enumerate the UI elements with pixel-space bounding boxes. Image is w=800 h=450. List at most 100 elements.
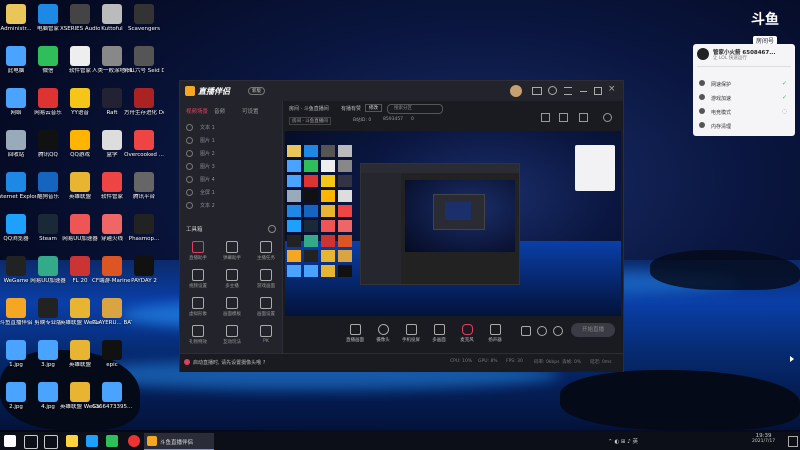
- record-icon[interactable]: [521, 326, 531, 336]
- tool-item[interactable]: 画面设置: [252, 295, 280, 321]
- desktop: Administr...电脑管家XSERIES Audio ...Kuttofu…: [0, 0, 800, 450]
- netease-icon[interactable]: [128, 435, 140, 447]
- stream-preview[interactable]: [285, 131, 621, 316]
- eye-icon[interactable]: [186, 189, 193, 196]
- tool-item[interactable]: 礼物特效: [184, 323, 212, 349]
- wechat-icon[interactable]: [106, 435, 118, 447]
- desktop-icon[interactable]: 彩虹六号 Seid D...: [124, 46, 164, 84]
- desktop-icon[interactable]: 6366473395...: [92, 382, 132, 420]
- title-bar[interactable]: 直播伴侣 新版 ×: [180, 81, 623, 101]
- scene-control[interactable]: 直播画面: [341, 324, 369, 343]
- search-input[interactable]: 搜索分区: [387, 104, 443, 114]
- clock[interactable]: 19:39 2021/7/17: [752, 433, 775, 444]
- desktop-icon[interactable]: epic: [92, 340, 132, 378]
- layer-item[interactable]: 文本 2: [186, 199, 276, 211]
- microphone-icon: [461, 324, 473, 335]
- popup-row-label: 网速保护: [711, 82, 732, 88]
- desktop-icon[interactable]: Overcooked ...: [124, 130, 164, 168]
- tool-item[interactable]: 直播助手: [184, 239, 212, 265]
- grid-icon[interactable]: [559, 113, 568, 122]
- popup-row-memory[interactable]: 内存清理: [697, 120, 791, 132]
- scene-tab[interactable]: 视频场景: [186, 107, 208, 115]
- camera-control[interactable]: 摄像头: [369, 324, 397, 343]
- mouse-cursor: [790, 356, 794, 362]
- layer-item[interactable]: 图片 1: [186, 134, 276, 146]
- browser-icon[interactable]: [86, 435, 98, 447]
- desktop-icon[interactable]: 腾讯平台: [124, 172, 164, 210]
- popup-row-esports[interactable]: 电竞模式 ◌: [697, 106, 791, 118]
- settings-gear-icon[interactable]: [553, 326, 563, 336]
- crop-icon[interactable]: [579, 113, 588, 122]
- avatar[interactable]: [510, 85, 522, 97]
- edit-button[interactable]: 修改: [365, 104, 382, 112]
- search-icon[interactable]: [24, 435, 38, 449]
- popup-row-boost[interactable]: 游戏加速 ✓: [697, 92, 791, 104]
- start-icon[interactable]: [4, 435, 16, 447]
- desktop-icon-label: PAYDAY 2: [131, 278, 157, 284]
- layer-item[interactable]: 全屏 1: [186, 186, 276, 198]
- desktop-icon[interactable]: PAYDAY 2: [124, 256, 164, 294]
- desktop-icon[interactable]: Phasmop...: [124, 214, 164, 252]
- layer-item[interactable]: 图片 4: [186, 173, 276, 185]
- popup-subtitle: 让 LOL 快速运行: [713, 56, 747, 61]
- app-icon: [134, 214, 154, 234]
- eye-icon[interactable]: [186, 176, 193, 183]
- eye-icon[interactable]: [186, 163, 193, 170]
- tool-item[interactable]: 弹幕助手: [218, 239, 246, 265]
- popup-row-label: 内存清理: [711, 124, 732, 130]
- layer-label: 全屏 1: [200, 190, 215, 196]
- close-icon[interactable]: ×: [608, 84, 616, 94]
- tool-item[interactable]: PK: [252, 323, 280, 349]
- start-live-button[interactable]: 开始直播: [571, 323, 615, 337]
- app-icon: [6, 298, 26, 318]
- tray-icons[interactable]: ⌃ ◐ ⊞ ♪ 英: [608, 437, 638, 445]
- maximize-icon[interactable]: [594, 87, 602, 95]
- room-id-label[interactable]: 房间 · 斗鱼直播间: [289, 117, 331, 125]
- tool-item[interactable]: 互动玩法: [218, 323, 246, 349]
- tool-item[interactable]: 游戏画面: [252, 267, 280, 293]
- tool-item[interactable]: 视频设置: [184, 267, 212, 293]
- desktop-icon[interactable]: 方舟生存进化 Dowrie: [124, 88, 164, 126]
- phone-cast-control[interactable]: 手机投屏: [397, 324, 425, 343]
- layer-item[interactable]: 图片 3: [186, 160, 276, 172]
- taskbar: 斗鱼直播伴侣 ⌃ ◐ ⊞ ♪ 英 19:39 2021/7/17: [0, 432, 800, 450]
- layer-item[interactable]: 图片 2: [186, 147, 276, 159]
- task-view-icon[interactable]: [44, 435, 58, 449]
- notification-icon[interactable]: [788, 436, 798, 447]
- active-app-tab[interactable]: 斗鱼直播伴侣: [144, 433, 214, 450]
- desktop-icon[interactable]: PLAYERU... BATTLEGR...: [92, 298, 132, 336]
- speaker-control[interactable]: 扬声器: [481, 324, 509, 343]
- multi-scene-control[interactable]: 多画面: [425, 324, 453, 343]
- share-icon[interactable]: [603, 113, 612, 122]
- tool-label: 礼物特效: [189, 340, 207, 345]
- desktop-icon[interactable]: Scavengers: [124, 4, 164, 42]
- tool-item[interactable]: 虚拟形象: [184, 295, 212, 321]
- timer-icon[interactable]: [537, 326, 547, 336]
- microphone-control[interactable]: 麦克风: [453, 324, 481, 343]
- eye-icon[interactable]: [186, 150, 193, 157]
- mail-icon[interactable]: [532, 87, 542, 95]
- settings-icon[interactable]: [548, 86, 557, 95]
- layout-icon[interactable]: [541, 113, 550, 122]
- scene-tab[interactable]: 音频: [214, 107, 225, 115]
- notice-text[interactable]: 启动直播时, 请先设置摄像头哦 ?: [193, 359, 265, 366]
- tool-item[interactable]: 画面模板: [218, 295, 246, 321]
- version-badge[interactable]: 新版: [248, 87, 265, 95]
- eye-icon[interactable]: [186, 124, 193, 131]
- scene-tab[interactable]: 可设置: [242, 107, 259, 115]
- file-explorer-icon[interactable]: [66, 435, 78, 447]
- eye-icon[interactable]: [186, 137, 193, 144]
- layer-item[interactable]: 文本 1: [186, 121, 276, 133]
- desktop-icon-label: 6366473395...: [92, 404, 132, 410]
- tools-settings-icon[interactable]: [268, 225, 276, 233]
- desktop-icon-label: epic: [106, 362, 118, 368]
- eye-icon[interactable]: [186, 202, 193, 209]
- tool-icon: [226, 297, 238, 309]
- app-icon: [6, 46, 26, 66]
- menu-icon[interactable]: [564, 87, 572, 95]
- minimize-icon[interactable]: [580, 91, 587, 92]
- tool-item[interactable]: 主播任务: [252, 239, 280, 265]
- tool-item[interactable]: 多主播: [218, 267, 246, 293]
- popup-row-speed[interactable]: 网速保护 ✓: [697, 78, 791, 90]
- boost-icon: [699, 94, 705, 100]
